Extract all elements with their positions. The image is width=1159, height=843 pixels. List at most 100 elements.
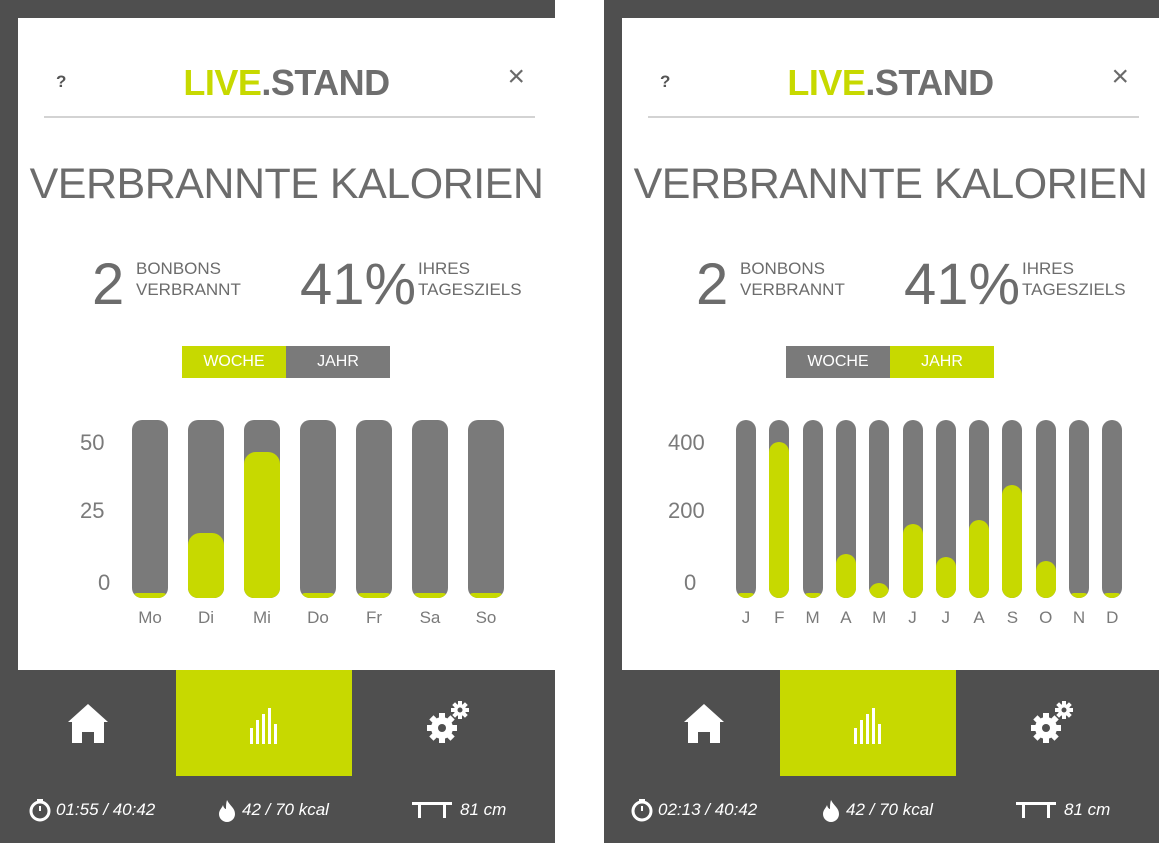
tab-week[interactable]: WOCHE [182,346,286,378]
bar-track [969,420,990,598]
x-tick-label: A [840,608,852,627]
goal-label-line2: TAGESZIELS [418,280,522,299]
bar-track [356,420,392,598]
bar-track [412,420,448,598]
x-tick-label: F [774,608,785,627]
candies-label-line1: BONBONS [740,259,826,278]
bar-track [468,420,504,598]
candies-label-line1: BONBONS [136,259,222,278]
bar-track [902,420,923,598]
bar-track [736,420,756,598]
chart-icon [854,708,881,744]
bar-value [969,520,990,598]
settings-icon [1031,701,1073,743]
bottom-nav [604,670,1159,776]
x-tick-label: Mi [253,608,271,627]
bar-value [802,593,823,598]
bar-value [769,442,790,598]
bar-value [1002,484,1023,598]
flame-icon [219,800,235,822]
goal-label: IHRES TAGESZIELS [418,258,522,300]
x-tick-label: So [475,608,497,627]
goal-label-line1: IHRES [1022,259,1074,278]
bar-track [1069,420,1089,598]
desk-height-text: 81 cm [460,800,507,819]
x-tick-label: Mo [138,608,162,627]
bar-value [468,593,504,598]
home-icon [684,704,724,743]
bar-value [244,452,280,598]
bar-value [1035,560,1056,598]
bar-value [188,533,224,598]
live-stand-panel-year: ? LIVE.STAND × VERBRANNTE KALORIEN 2 BON… [604,0,1159,843]
x-tick-label: A [973,608,985,627]
y-tick-label: 50 [80,430,105,455]
content-card: ? LIVE.STAND × VERBRANNTE KALORIEN 2 BON… [18,18,555,670]
calories-text: 42 / 70 kcal [242,800,329,819]
bar-value [300,593,336,598]
bar-track [1102,420,1123,598]
candies-count: 2 [92,252,125,317]
desk-icon [412,802,452,818]
brand-live: LIVE [787,62,866,103]
flame-icon [823,800,839,822]
bar-track [1035,420,1056,598]
y-tick-label: 25 [80,498,105,523]
brand-live: LIVE [183,62,262,103]
period-toggle: WOCHE JAHR [786,346,994,378]
bar-value [1102,593,1123,598]
tab-week[interactable]: WOCHE [786,346,890,378]
bar-value [902,523,923,598]
x-tick-label: J [941,608,951,627]
x-tick-label: Fr [365,608,383,627]
bar-track [300,420,336,598]
close-button[interactable]: × [507,62,525,92]
brand-stand: .STAND [865,62,994,103]
bar-value [935,557,956,598]
goal-percent: 41% [300,252,417,317]
bottom-nav [0,670,555,776]
goal-label-line2: TAGESZIELS [1022,280,1126,299]
y-tick-label: 0 [98,570,111,595]
content-card: ? LIVE.STAND × VERBRANNTE KALORIEN 2 BON… [622,18,1159,670]
nav-stats[interactable] [176,670,352,776]
app-title: LIVE.STAND [18,62,555,104]
goal-label-line1: IHRES [418,259,470,278]
bar-track [1002,420,1023,598]
bar-track [188,420,224,598]
desk-height-text: 81 cm [1064,800,1111,819]
bar-value [132,593,168,598]
tab-year[interactable]: JAHR [890,346,994,378]
status-bar: 01:55 / 40:42 42 / 70 kcal 81 cm [0,776,555,843]
x-tick-label: M [805,608,820,627]
close-button[interactable]: × [1111,62,1129,92]
nav-settings[interactable] [352,670,555,776]
y-tick-label: 400 [668,430,705,455]
status-bar: 02:13 / 40:42 42 / 70 kcal 81 cm [604,776,1159,843]
nav-home[interactable] [604,670,780,776]
tab-year[interactable]: JAHR [286,346,390,378]
y-tick-label: 200 [668,498,705,523]
bar-track [132,420,168,598]
candies-label: BONBONS VERBRANNT [136,258,241,300]
calories-text: 42 / 70 kcal [846,800,933,819]
app-title: LIVE.STAND [622,62,1159,104]
x-tick-label: S [1006,608,1019,627]
x-tick-label: Di [197,608,215,627]
page-title: VERBRANNTE KALORIEN [633,160,1148,208]
page-title: VERBRANNTE KALORIEN [29,160,544,208]
nav-home[interactable] [0,670,176,776]
stopwatch-icon [29,799,51,822]
goal-label: IHRES TAGESZIELS [1022,258,1126,300]
x-tick-label: O [1039,608,1053,627]
bar-track [802,420,823,598]
bar-value [412,593,448,598]
candies-label-line2: VERBRANNT [740,280,845,299]
bar-value [356,593,392,598]
nav-settings[interactable] [956,670,1159,776]
x-tick-label: N [1072,608,1086,627]
candies-label: BONBONS VERBRANNT [740,258,845,300]
x-tick-label: J [908,608,917,627]
bar-value [869,583,890,598]
nav-stats[interactable] [780,670,956,776]
